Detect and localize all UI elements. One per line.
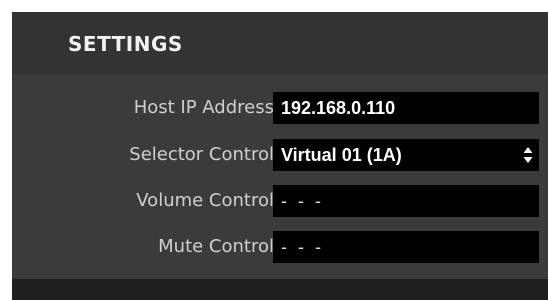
settings-title: SETTINGS	[68, 32, 183, 56]
panel-footer	[12, 279, 548, 300]
page: SETTINGS Host IP Address 192.168.0.110 S…	[0, 0, 548, 300]
settings-header: SETTINGS	[12, 12, 548, 74]
mute-value: - - -	[281, 237, 324, 257]
host-ip-row: Host IP Address 192.168.0.110	[12, 92, 548, 124]
selector-label: Selector Control	[129, 144, 274, 165]
settings-panel: SETTINGS Host IP Address 192.168.0.110 S…	[12, 12, 548, 300]
selector-row: Selector Control Virtual 01 (1A)	[12, 139, 548, 171]
volume-field[interactable]: - - -	[273, 185, 539, 217]
host-ip-label: Host IP Address	[133, 97, 274, 118]
mute-row: Mute Control - - -	[12, 231, 548, 263]
volume-value: - - -	[281, 191, 324, 211]
selector-select[interactable]: Virtual 01 (1A)	[273, 139, 539, 171]
volume-row: Volume Control - - -	[12, 185, 548, 217]
mute-field[interactable]: - - -	[273, 231, 539, 263]
selector-value: Virtual 01 (1A)	[281, 145, 402, 165]
updown-arrows-icon	[523, 146, 533, 164]
mute-label: Mute Control	[158, 236, 274, 257]
host-ip-field[interactable]: 192.168.0.110	[273, 92, 539, 124]
volume-label: Volume Control	[136, 190, 274, 211]
host-ip-value: 192.168.0.110	[281, 98, 396, 118]
